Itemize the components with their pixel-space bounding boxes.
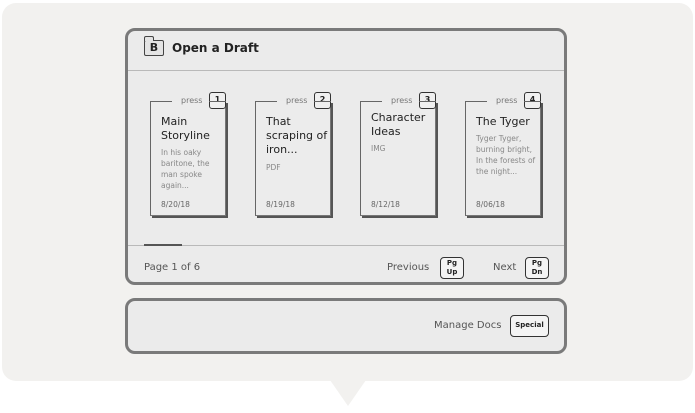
draft-date: 8/12/18: [371, 200, 400, 209]
special-key[interactable]: Special: [510, 315, 549, 337]
key-badge-1: 1: [209, 92, 226, 109]
draft-snippet: In his oaky baritone, the man spoke agai…: [161, 148, 210, 190]
draft-snippet: Tyger Tyger, burning bright, In the fore…: [476, 134, 536, 176]
press-label: press: [181, 96, 203, 105]
dialog-header: B Open a Draft: [128, 31, 564, 71]
key-line: Pg: [446, 259, 458, 267]
page-down-key[interactable]: Pg Dn: [525, 257, 549, 279]
draft-type: PDF: [266, 163, 281, 172]
key-badge-3: 3: [419, 92, 436, 109]
folder-b-icon: B: [143, 36, 164, 56]
press-label: press: [391, 96, 413, 105]
draft-card-4[interactable]: press 4 The Tyger Tyger Tyger, burning b…: [465, 92, 541, 216]
manage-docs-panel: Manage Docs Special: [125, 298, 567, 354]
draft-title: The Tyger: [476, 115, 530, 128]
draft-date: 8/20/18: [161, 200, 190, 209]
key-line: Up: [446, 268, 458, 276]
page-indicator: [144, 244, 182, 246]
draft-card-2[interactable]: press 2 That scraping of iron... PDF 8/1…: [255, 92, 331, 216]
draft-date: 8/19/18: [266, 200, 295, 209]
dialog-title: Open a Draft: [172, 41, 259, 55]
key-line: Dn: [531, 268, 543, 276]
draft-date: 8/06/18: [476, 200, 505, 209]
previous-label[interactable]: Previous: [387, 262, 429, 273]
popover-pointer: [330, 380, 366, 406]
dialog-footer: Page 1 of 6 Previous Pg Up Next Pg Dn: [128, 244, 564, 285]
key-badge-4: 4: [524, 92, 541, 109]
draft-card-1[interactable]: press 1 Main Storyline In his oaky barit…: [150, 92, 226, 216]
page-info: Page 1 of 6: [144, 262, 201, 273]
next-label[interactable]: Next: [493, 262, 516, 273]
draft-title: Character Ideas: [371, 111, 426, 138]
draft-type: IMG: [371, 144, 386, 153]
draft-title: That scraping of iron...: [266, 115, 328, 156]
key-badge-2: 2: [314, 92, 331, 109]
draft-title: Main Storyline: [161, 115, 210, 142]
manage-docs-label[interactable]: Manage Docs: [434, 320, 501, 331]
press-label: press: [286, 96, 308, 105]
open-draft-dialog: B Open a Draft press 1 Main Storyline In…: [125, 28, 567, 285]
draft-card-3[interactable]: press 3 Character Ideas IMG 8/12/18: [360, 92, 436, 216]
press-label: press: [496, 96, 518, 105]
page-up-key[interactable]: Pg Up: [440, 257, 464, 279]
key-line: Pg: [531, 259, 543, 267]
